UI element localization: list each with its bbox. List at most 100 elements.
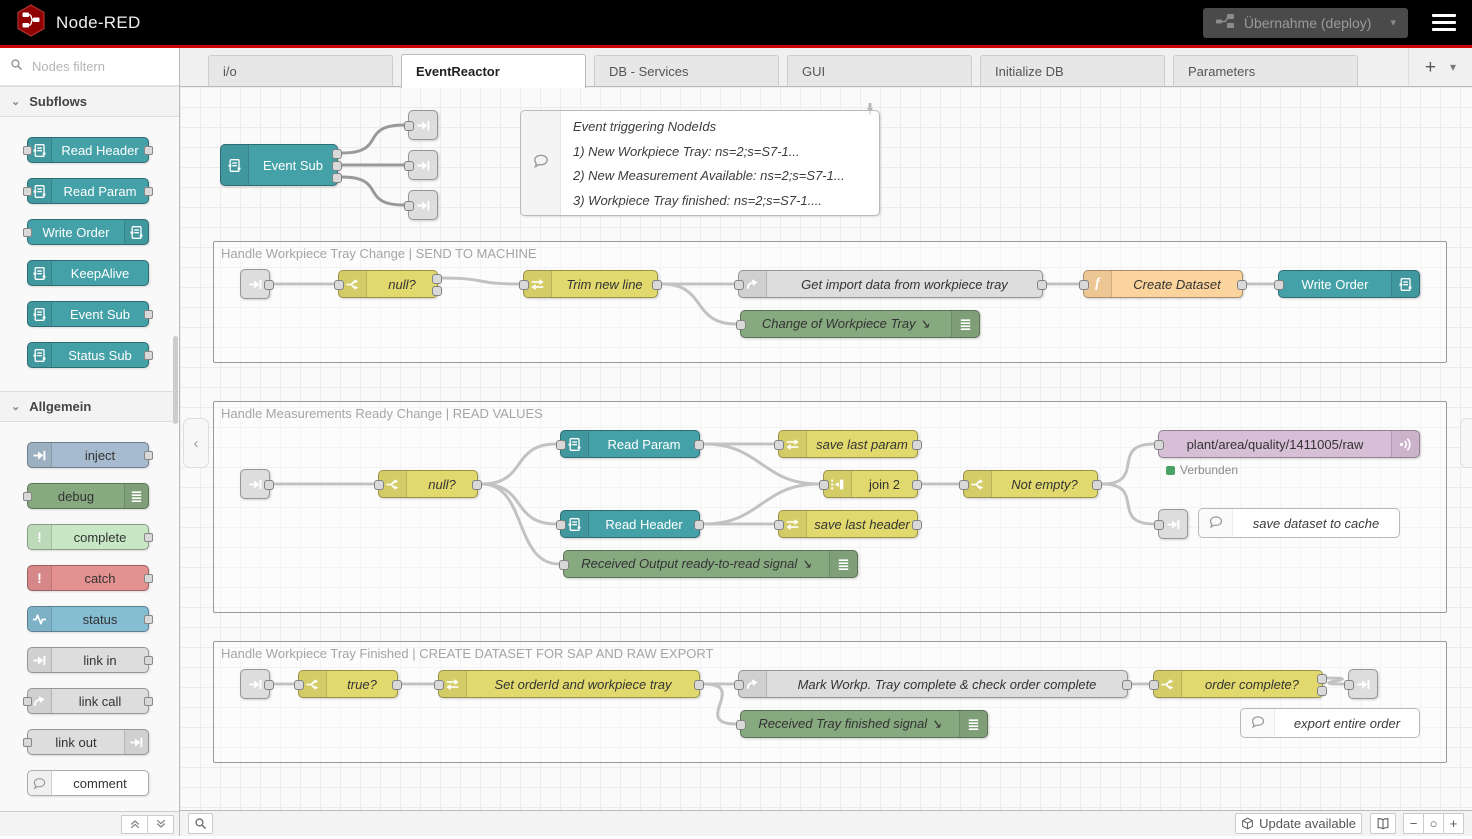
port-input[interactable]: [736, 320, 746, 330]
tab-eventreactor[interactable]: EventReactor: [401, 54, 586, 88]
add-flow-button[interactable]: +: [1425, 58, 1436, 77]
port-input[interactable]: [1154, 440, 1164, 450]
comment-node-save-dataset-to-cache[interactable]: save dataset to cache: [1198, 508, 1400, 538]
comment-node-export-entire-order[interactable]: export entire order: [1240, 708, 1420, 738]
flow-node-order-complete[interactable]: order complete?: [1153, 670, 1323, 698]
palette-node-link-in[interactable]: link in: [27, 647, 149, 673]
palette-node-catch[interactable]: !catch: [27, 565, 149, 591]
palette-node-comment[interactable]: comment: [27, 770, 149, 796]
port-input[interactable]: [959, 480, 969, 490]
flow-node-trim-new-line[interactable]: Trim new line: [523, 270, 658, 298]
collapse-all-categories-button[interactable]: [121, 815, 148, 834]
flow-node-g3-link-out[interactable]: [1348, 669, 1378, 699]
palette-node-keepalive[interactable]: KeepAlive: [27, 260, 149, 286]
flow-node-g2-link-out[interactable]: [1158, 509, 1188, 539]
zoom-out-button[interactable]: −: [1403, 813, 1424, 834]
port-output[interactable]: [694, 440, 704, 450]
port-output[interactable]: [1317, 686, 1327, 696]
port-input[interactable]: [404, 161, 414, 171]
flow-node-g1-link-in[interactable]: [240, 269, 270, 299]
flow-node-true[interactable]: true?: [298, 670, 398, 698]
flow-node-create-dataset[interactable]: fCreate Dataset: [1083, 270, 1243, 298]
zoom-in-button[interactable]: +: [1443, 813, 1464, 834]
port-input[interactable]: [404, 121, 414, 131]
tab-initialize-db[interactable]: Initialize DB: [980, 55, 1165, 86]
canvas-search-button[interactable]: [188, 813, 213, 834]
palette-node-event-sub[interactable]: Event Sub: [27, 301, 149, 327]
port-output[interactable]: [1317, 674, 1327, 684]
flow-node-link-out-top3[interactable]: [408, 190, 438, 220]
port-input[interactable]: [774, 440, 784, 450]
palette-node-link-call[interactable]: link call: [27, 688, 149, 714]
port-output[interactable]: [1092, 480, 1102, 490]
port-input[interactable]: [23, 187, 32, 196]
flow-node-mark-workp-tray-complete-check-order-complete[interactable]: Mark Workp. Tray complete & check order …: [738, 670, 1128, 698]
expand-all-categories-button[interactable]: [147, 815, 174, 834]
port-output[interactable]: [652, 280, 662, 290]
palette-node-write-order[interactable]: Write Order: [27, 219, 149, 245]
port-output[interactable]: [912, 440, 922, 450]
port-input[interactable]: [404, 201, 414, 211]
port-output[interactable]: [1037, 280, 1047, 290]
port-input[interactable]: [1344, 680, 1354, 690]
port-input[interactable]: [23, 697, 32, 706]
flow-node-received-output-ready-to-read-signal[interactable]: Received Output ready-to-read signal ↘: [563, 550, 858, 578]
flow-list-caret-icon[interactable]: ▾: [1450, 60, 1456, 74]
flow-node-not-empty[interactable]: Not empty?: [963, 470, 1098, 498]
flow-node-get-import-data-from-workpiece-tray[interactable]: Get import data from workpiece tray: [738, 270, 1043, 298]
flow-node-read-param[interactable]: Read Param: [560, 430, 700, 458]
palette-category-allgemein[interactable]: ⌄Allgemein: [0, 391, 179, 422]
palette-node-status[interactable]: status: [27, 606, 149, 632]
flow-node-link-out-top2[interactable]: [408, 150, 438, 180]
port-output[interactable]: [332, 161, 342, 171]
port-input[interactable]: [1274, 280, 1284, 290]
tab-gui[interactable]: GUI: [787, 55, 972, 86]
flow-node-g2-link-in[interactable]: [240, 469, 270, 499]
port-input[interactable]: [556, 440, 566, 450]
port-input[interactable]: [556, 520, 566, 530]
port-output[interactable]: [144, 146, 153, 155]
port-input[interactable]: [734, 280, 744, 290]
flow-node-plant-area-quality-1411005-raw[interactable]: plant/area/quality/1411005/raw: [1158, 430, 1420, 458]
port-input[interactable]: [559, 560, 569, 570]
port-input[interactable]: [1079, 280, 1089, 290]
port-output[interactable]: [694, 680, 704, 690]
port-output[interactable]: [694, 520, 704, 530]
port-output[interactable]: [332, 173, 342, 183]
port-output[interactable]: [144, 656, 153, 665]
port-output[interactable]: [912, 480, 922, 490]
port-input[interactable]: [294, 680, 304, 690]
port-output[interactable]: [264, 480, 274, 490]
port-input[interactable]: [23, 228, 32, 237]
tab-db-services[interactable]: DB - Services: [594, 55, 779, 86]
port-output[interactable]: [432, 286, 442, 296]
flow-canvas[interactable]: Event triggering NodeIds 1) New Workpiec…: [180, 87, 1472, 810]
port-output[interactable]: [144, 310, 153, 319]
zoom-reset-button[interactable]: ○: [1423, 813, 1444, 834]
palette-search[interactable]: [0, 48, 179, 86]
port-output[interactable]: [432, 274, 442, 284]
port-input[interactable]: [736, 720, 746, 730]
port-input[interactable]: [734, 680, 744, 690]
port-input[interactable]: [374, 480, 384, 490]
palette-search-input[interactable]: [30, 58, 169, 75]
flow-node-received-tray-finished-signal[interactable]: Received Tray finished signal ↘: [740, 710, 988, 738]
flow-node-event-sub[interactable]: Event Sub: [220, 144, 338, 186]
comment-note[interactable]: Event triggering NodeIds 1) New Workpiec…: [520, 110, 880, 216]
tab-parameters[interactable]: Parameters: [1173, 55, 1358, 86]
flow-node-set-orderid-and-workpiece-tray[interactable]: Set orderId and workpiece tray: [438, 670, 700, 698]
port-output[interactable]: [144, 615, 153, 624]
port-input[interactable]: [819, 480, 829, 490]
palette-node-inject[interactable]: inject: [27, 442, 149, 468]
flow-node-change-of-workpiece-tray[interactable]: Change of Workpiece Tray ↘: [740, 310, 980, 338]
sidebar-expand-handle[interactable]: [1460, 418, 1472, 468]
tab-i-o[interactable]: i/o: [208, 55, 393, 86]
palette-node-read-param[interactable]: Read Param: [27, 178, 149, 204]
deploy-button[interactable]: Übernahme (deploy) ▾: [1203, 8, 1408, 38]
flow-node-save-last-header[interactable]: save last header: [778, 510, 918, 538]
deploy-caret-icon[interactable]: ▾: [1380, 16, 1396, 29]
menu-hamburger-icon[interactable]: [1432, 10, 1456, 35]
palette-scrollbar[interactable]: [173, 336, 178, 424]
port-output[interactable]: [332, 149, 342, 159]
port-output[interactable]: [472, 480, 482, 490]
